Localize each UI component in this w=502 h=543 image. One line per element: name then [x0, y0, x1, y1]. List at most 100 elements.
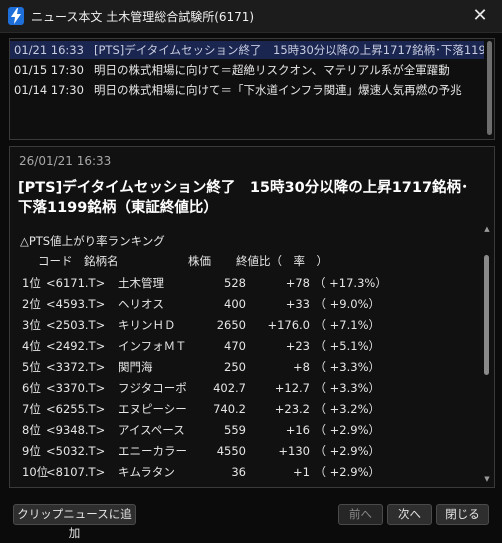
ranking-row: 7位 <6255.T> エヌピーシー 740.2 +23.2 （ +3.2%）: [10, 399, 480, 419]
stock-name: フジタコーポ: [118, 381, 187, 395]
news-date: 01/14 17:30: [14, 83, 84, 97]
stock-price: 250: [224, 360, 246, 374]
ranking-row: 8位 <9348.T> アイスペース 559 +16 （ +2.9%）: [10, 420, 480, 440]
stock-price: 559: [224, 423, 246, 437]
price-change: +33: [285, 297, 310, 311]
change-rate: （ +17.3%）: [314, 276, 387, 290]
price-change: +16: [285, 423, 310, 437]
stock-name: アイスペース: [118, 423, 185, 437]
stock-price: 528: [224, 276, 246, 290]
price-change: +78: [285, 276, 310, 290]
close-button[interactable]: 閉じる: [436, 504, 489, 525]
change-rate: （ +2.9%）: [314, 465, 380, 479]
rank-position: 4位: [22, 339, 41, 353]
article-title: [PTS]デイタイムセッション終了 15時30分以降の上昇1717銘柄･下落11…: [18, 180, 469, 216]
news-date: 01/15 17:30: [14, 63, 84, 77]
header-price: 株価: [188, 254, 211, 268]
scroll-down-arrow-icon[interactable]: ▼: [483, 475, 491, 483]
price-change: +12.7: [274, 381, 310, 395]
stock-name: インフォＭＴ: [118, 339, 187, 353]
rank-position: 9位: [22, 444, 41, 458]
stock-price: 2650: [216, 318, 246, 332]
header-change-rate: 終値比（ 率 ）: [236, 254, 328, 268]
news-headline: 明日の株式相場に向けて＝「下水道インフラ関連」爆速人気再燃の予兆: [94, 83, 462, 97]
ranking-row: 10位 <8107.T> キムラタン 36 +1 （ +2.9%）: [10, 462, 480, 482]
stock-code: <3372.T>: [46, 360, 106, 374]
price-change: +176.0: [267, 318, 310, 332]
stock-code: <4593.T>: [46, 297, 106, 311]
rank-position: 10位: [22, 465, 49, 479]
stock-code: <5032.T>: [46, 444, 106, 458]
add-clip-news-button[interactable]: クリップニュースに追加: [13, 504, 136, 540]
price-change: +1: [293, 465, 310, 479]
article-scrollbar[interactable]: ▲ ▼: [484, 225, 490, 483]
stock-code: <2492.T>: [46, 339, 106, 353]
stock-price: 740.2: [213, 402, 246, 416]
ranking-table-header: コード 銘柄名 株価 終値比（ 率 ）: [10, 251, 480, 271]
news-list-item[interactable]: 01/21 16:33 [PTS]デイタイムセッション終了 15時30分以降の上昇…: [10, 41, 484, 59]
stock-price: 400: [224, 297, 246, 311]
stock-code: <6255.T>: [46, 402, 106, 416]
stock-name: エニーカラー: [118, 444, 187, 458]
change-rate: （ +5.1%）: [314, 339, 380, 353]
ranking-row: 4位 <2492.T> インフォＭＴ 470 +23 （ +5.1%）: [10, 336, 480, 356]
news-list-item[interactable]: 01/15 17:30 明日の株式相場に向けて＝超絶リスクオン、マテリアル系が全軍…: [10, 61, 484, 79]
rank-position: 2位: [22, 297, 41, 311]
stock-name: ヘリオス: [118, 297, 164, 311]
rank-position: 7位: [22, 402, 41, 416]
stock-price: 470: [224, 339, 246, 353]
stock-code: <8107.T>: [46, 465, 106, 479]
article-panel: 26/01/21 16:33 [PTS]デイタイムセッション終了 15時30分以…: [9, 146, 495, 488]
price-change: +8: [293, 360, 310, 374]
stock-code: <2503.T>: [46, 318, 106, 332]
rank-position: 6位: [22, 381, 41, 395]
news-list-item[interactable]: 01/14 17:30 明日の株式相場に向けて＝「下水道インフラ関連」爆速人気再燃…: [10, 81, 484, 99]
stock-name: 土木管理: [118, 276, 164, 290]
stock-name: 関門海: [118, 360, 153, 374]
stock-name: エヌピーシー: [118, 402, 187, 416]
rank-position: 8位: [22, 423, 41, 437]
lightning-bolt-icon: [8, 7, 24, 25]
stock-name: キリンＨＤ: [118, 318, 176, 332]
article-scrollbar-thumb[interactable]: [484, 255, 489, 375]
header-code-name: コード 銘柄名: [38, 254, 119, 268]
change-rate: （ +9.0%）: [314, 297, 380, 311]
news-headline: 明日の株式相場に向けて＝超絶リスクオン、マテリアル系が全軍躍動: [94, 63, 450, 77]
change-rate: （ +2.9%）: [314, 423, 380, 437]
article-body: △PTS値上がり率ランキング コード 銘柄名 株価 終値比（ 率 ） 1位 <61…: [10, 229, 480, 485]
news-headline: [PTS]デイタイムセッション終了 15時30分以降の上昇1717銘柄･下落11…: [94, 43, 484, 57]
rank-position: 1位: [22, 276, 41, 290]
change-rate: （ +3.3%）: [314, 381, 380, 395]
stock-code: <9348.T>: [46, 423, 106, 437]
stock-code: <6171.T>: [46, 276, 106, 290]
stock-price: 36: [231, 465, 246, 479]
news-list: 01/21 16:33 [PTS]デイタイムセッション終了 15時30分以降の上昇…: [9, 38, 495, 140]
ranking-row: 6位 <3370.T> フジタコーポ 402.7 +12.7 （ +3.3%）: [10, 378, 480, 398]
price-change: +23.2: [274, 402, 310, 416]
scroll-up-arrow-icon[interactable]: ▲: [483, 225, 491, 233]
change-rate: （ +7.1%）: [314, 318, 380, 332]
ranking-row: 9位 <5032.T> エニーカラー 4550 +130 （ +2.9%）: [10, 441, 480, 461]
stock-name: キムラタン: [118, 465, 175, 479]
next-button[interactable]: 次へ: [387, 504, 432, 525]
prev-button[interactable]: 前へ: [338, 504, 383, 525]
ranking-section-title: △PTS値上がり率ランキング: [20, 234, 165, 248]
window-title: ニュース本文 土木管理総合試験所(6171): [31, 10, 255, 24]
stock-price: 4550: [216, 444, 246, 458]
news-date: 01/21 16:33: [14, 43, 84, 57]
stock-code: <3370.T>: [46, 381, 106, 395]
rank-position: 5位: [22, 360, 41, 374]
change-rate: （ +3.2%）: [314, 402, 380, 416]
stock-price: 402.7: [213, 381, 246, 395]
news-list-scrollbar[interactable]: [487, 41, 492, 135]
ranking-row: 2位 <4593.T> ヘリオス 400 +33 （ +9.0%）: [10, 294, 480, 314]
title-bar: ニュース本文 土木管理総合試験所(6171) ✕: [0, 0, 502, 33]
close-icon[interactable]: ✕: [458, 0, 502, 32]
change-rate: （ +2.9%）: [314, 444, 380, 458]
rank-position: 3位: [22, 318, 41, 332]
price-change: +23: [285, 339, 310, 353]
ranking-row: 5位 <3372.T> 関門海 250 +8 （ +3.3%）: [10, 357, 480, 377]
price-change: +130: [278, 444, 310, 458]
ranking-row: 3位 <2503.T> キリンＨＤ 2650 +176.0 （ +7.1%）: [10, 315, 480, 335]
change-rate: （ +3.3%）: [314, 360, 380, 374]
